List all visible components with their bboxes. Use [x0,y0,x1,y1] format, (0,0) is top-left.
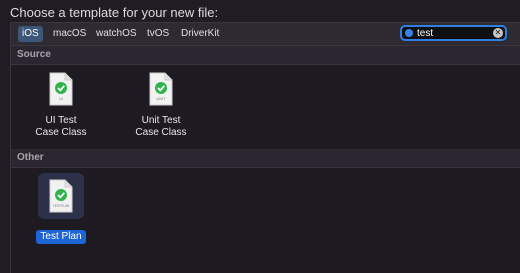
template-label: UI Test Case Class [35,115,87,138]
tab-watchos[interactable]: watchOS [92,26,141,42]
dialog-heading: Choose a template for your new file: [10,5,219,20]
tab-tvos[interactable]: tvOS [143,26,173,42]
section-title: Other [17,152,44,163]
template-badge: UNIT [156,96,166,101]
tab-macos[interactable]: macOS [49,26,90,42]
search-field[interactable]: ✕ [400,25,507,41]
template-badge: UI [59,96,63,101]
clear-search-icon[interactable]: ✕ [493,28,503,38]
section-title: Source [17,49,51,60]
tab-ios[interactable]: iOS [18,26,43,42]
template-label: Unit Test Case Class [135,115,187,138]
template-ui-test-case-class[interactable]: UI UI Test Case Class [21,72,101,139]
document-check-icon: UNIT [149,72,173,106]
template-label-selected: Test Plan [36,230,86,244]
section-header-source: Source [11,46,520,65]
template-badge: TESTPLAN [53,204,70,208]
template-chooser: iOS macOS watchOS tvOS DriverKit ✕ Sourc… [10,22,520,273]
search-icon [405,29,413,37]
tab-driverkit[interactable]: DriverKit [177,26,223,42]
document-check-icon: TESTPLAN [49,179,73,213]
template-test-plan[interactable]: TESTPLAN Test Plan [21,179,101,244]
platform-tab-bar: iOS macOS watchOS tvOS DriverKit ✕ [11,23,520,46]
document-check-icon: UI [49,72,73,106]
section-header-other: Other [11,149,520,168]
template-unit-test-case-class[interactable]: UNIT Unit Test Case Class [121,72,201,139]
search-input[interactable] [417,27,487,39]
